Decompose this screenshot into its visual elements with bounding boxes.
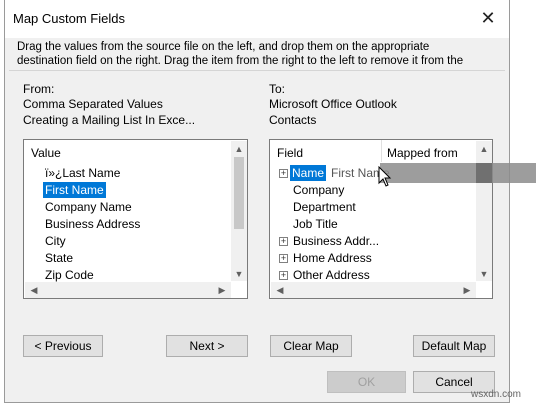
close-icon[interactable]: ✕ — [473, 4, 503, 32]
scroll-down-icon[interactable]: ▼ — [232, 268, 246, 280]
plus-box-icon[interactable]: + — [279, 271, 288, 280]
list-item[interactable]: Company Name — [45, 199, 132, 215]
arrow-cursor-icon — [378, 166, 392, 187]
map-custom-fields-dialog: Map Custom Fields ✕ Drag the values from… — [4, 0, 510, 403]
horizontal-scrollbar[interactable]: ◀ ▶ — [271, 282, 476, 298]
drag-ghost-edge — [476, 163, 492, 183]
scroll-up-icon[interactable]: ▲ — [477, 143, 491, 155]
list-item[interactable]: City — [45, 233, 66, 249]
list-item[interactable]: ï»¿Last Name — [45, 165, 120, 181]
instruction-line-2: destination field on the right. Drag the… — [17, 55, 464, 67]
instructions: Drag the values from the source file on … — [17, 40, 501, 70]
from-file: Creating a Mailing List In Exce... — [23, 113, 196, 127]
scroll-right-icon[interactable]: ▶ — [215, 284, 229, 296]
horizontal-scrollbar[interactable]: ◀ ▶ — [25, 282, 231, 298]
tree-item-name[interactable]: Name — [290, 165, 327, 181]
list-item[interactable]: Business Address — [45, 216, 140, 232]
instruction-line-1: Drag the values from the source file on … — [17, 41, 430, 53]
scroll-right-icon[interactable]: ▶ — [460, 284, 474, 296]
tree-item[interactable]: Company — [293, 182, 344, 198]
to-target: Microsoft Office Outlook — [269, 97, 397, 111]
scroll-down-icon[interactable]: ▼ — [477, 268, 491, 280]
vertical-scrollbar[interactable]: ▲ ▼ — [476, 141, 492, 281]
drag-ghost — [380, 163, 536, 183]
value-column-header: Value — [31, 146, 61, 160]
window-title: Map Custom Fields — [13, 11, 125, 26]
list-item[interactable]: State — [45, 250, 73, 266]
field-column-header[interactable]: Field — [277, 146, 303, 160]
clear-map-button[interactable]: Clear Map — [270, 335, 352, 357]
from-source: Comma Separated Values — [23, 97, 163, 111]
default-map-button[interactable]: Default Map — [413, 335, 495, 357]
plus-box-icon[interactable]: + — [279, 237, 288, 246]
to-folder: Contacts — [269, 113, 317, 127]
mapped-from-column-header[interactable]: Mapped from — [387, 146, 458, 160]
tree-item[interactable]: Other Address — [293, 267, 370, 283]
tree-item[interactable]: Job Title — [293, 216, 338, 232]
column-divider[interactable] — [381, 140, 382, 162]
scroll-left-icon[interactable]: ◀ — [27, 284, 41, 296]
tree-item[interactable]: Department — [293, 199, 356, 215]
title-bar: Map Custom Fields ✕ — [5, 0, 509, 38]
to-label: To: — [269, 82, 286, 96]
scroll-thumb[interactable] — [234, 157, 244, 229]
list-item[interactable]: Zip Code — [45, 267, 94, 283]
previous-button[interactable]: < Previous — [23, 335, 103, 357]
scroll-left-icon[interactable]: ◀ — [273, 284, 287, 296]
source-fields-list[interactable]: Value ï»¿Last Name First Name Company Na… — [23, 139, 248, 299]
tree-item[interactable]: Business Addr... — [293, 233, 379, 249]
tree-item[interactable]: Home Address — [293, 250, 372, 266]
separator — [9, 70, 505, 71]
scroll-up-icon[interactable]: ▲ — [232, 143, 246, 155]
vertical-scrollbar[interactable]: ▲ ▼ — [231, 141, 247, 281]
from-label: From: — [23, 82, 55, 96]
watermark: wsxdn.com — [471, 389, 522, 400]
list-item-selected[interactable]: First Name — [43, 182, 106, 198]
plus-box-icon[interactable]: + — [279, 169, 288, 178]
ok-button[interactable]: OK — [327, 371, 406, 393]
plus-box-icon[interactable]: + — [279, 254, 288, 263]
next-button[interactable]: Next > — [166, 335, 248, 357]
